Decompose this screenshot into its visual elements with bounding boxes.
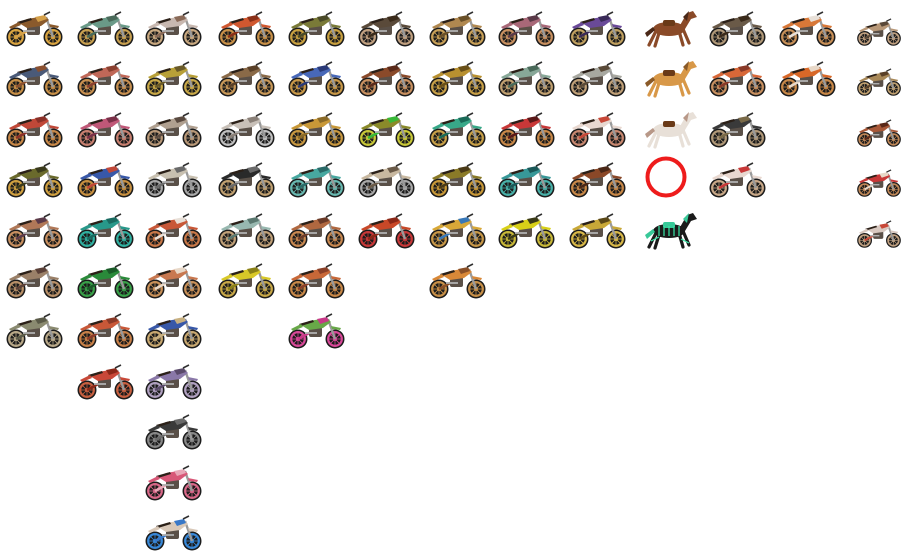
dirt-bike-sprite-icon[interactable] (778, 57, 838, 99)
dirt-bike-sprite-icon[interactable] (5, 209, 65, 251)
dirt-bike-sprite-icon[interactable] (428, 209, 488, 251)
dirt-bike-sprite-icon[interactable] (778, 7, 838, 49)
dirt-bike-sprite-icon[interactable] (144, 461, 204, 503)
dirt-bike-sprite-icon[interactable] (76, 108, 136, 150)
dirt-bike-sprite-icon[interactable] (217, 57, 277, 99)
dirt-bike-sprite-icon[interactable] (287, 158, 347, 200)
dirt-bike-sprite-icon[interactable] (428, 158, 488, 200)
dirt-bike-sprite-icon[interactable] (76, 57, 136, 99)
dirt-bike-sprite-icon[interactable] (144, 108, 204, 150)
dirt-bike-sprite-icon[interactable] (708, 108, 768, 150)
dirt-bike-sprite-icon[interactable] (853, 57, 910, 99)
dirt-bike-sprite-icon[interactable] (708, 158, 768, 200)
dirt-bike-sprite-icon[interactable] (568, 108, 628, 150)
dirt-bike-sprite-icon[interactable] (357, 158, 417, 200)
dirt-bike-sprite-icon[interactable] (76, 259, 136, 301)
dirt-bike-sprite-icon[interactable] (428, 259, 488, 301)
dirt-bike-sprite-icon[interactable] (76, 309, 136, 351)
dirt-bike-sprite-icon[interactable] (217, 7, 277, 49)
dirt-bike-sprite-icon[interactable] (853, 108, 910, 150)
dirt-bike-sprite-icon[interactable] (428, 108, 488, 150)
dirt-bike-sprite-icon[interactable] (287, 7, 347, 49)
dirt-bike-sprite-icon[interactable] (497, 57, 557, 99)
dirt-bike-sprite-icon[interactable] (568, 57, 628, 99)
dirt-bike-sprite-icon[interactable] (287, 57, 347, 99)
horse-sprite-icon[interactable] (643, 108, 703, 150)
dirt-bike-sprite-icon[interactable] (144, 7, 204, 49)
dirt-bike-sprite-icon[interactable] (497, 7, 557, 49)
horse-sprite-icon[interactable] (643, 7, 703, 49)
dirt-bike-sprite-icon[interactable] (144, 259, 204, 301)
dirt-bike-sprite-icon[interactable] (497, 158, 557, 200)
dirt-bike-sprite-icon[interactable] (853, 209, 910, 251)
dirt-bike-sprite-icon[interactable] (76, 360, 136, 402)
horse-sprite-icon[interactable] (643, 57, 703, 99)
selection-ring-icon (644, 155, 688, 199)
dirt-bike-sprite-icon[interactable] (217, 108, 277, 150)
dirt-bike-sprite-icon[interactable] (708, 7, 768, 49)
dirt-bike-sprite-icon[interactable] (497, 108, 557, 150)
dirt-bike-sprite-icon[interactable] (76, 7, 136, 49)
dirt-bike-sprite-icon[interactable] (287, 309, 347, 351)
dirt-bike-sprite-icon[interactable] (287, 209, 347, 251)
dirt-bike-sprite-icon[interactable] (5, 108, 65, 150)
dirt-bike-sprite-icon[interactable] (76, 209, 136, 251)
dirt-bike-sprite-icon[interactable] (357, 108, 417, 150)
dirt-bike-sprite-icon[interactable] (144, 360, 204, 402)
dirt-bike-sprite-icon[interactable] (76, 158, 136, 200)
dirt-bike-sprite-icon[interactable] (144, 57, 204, 99)
dirt-bike-sprite-icon[interactable] (144, 410, 204, 452)
dirt-bike-sprite-icon[interactable] (144, 209, 204, 251)
dirt-bike-sprite-icon[interactable] (853, 7, 910, 49)
dirt-bike-sprite-icon[interactable] (5, 57, 65, 99)
dirt-bike-sprite-icon[interactable] (217, 158, 277, 200)
dirt-bike-sprite-icon[interactable] (497, 209, 557, 251)
vehicle-sprite-grid (0, 0, 910, 553)
dirt-bike-sprite-icon[interactable] (568, 209, 628, 251)
dirt-bike-sprite-icon[interactable] (5, 7, 65, 49)
horse-sprite-icon[interactable] (643, 209, 703, 251)
dirt-bike-sprite-icon[interactable] (144, 511, 204, 553)
dirt-bike-sprite-icon[interactable] (5, 158, 65, 200)
dirt-bike-sprite-icon[interactable] (568, 158, 628, 200)
dirt-bike-sprite-icon[interactable] (357, 209, 417, 251)
dirt-bike-sprite-icon[interactable] (357, 57, 417, 99)
dirt-bike-sprite-icon[interactable] (357, 7, 417, 49)
dirt-bike-sprite-icon[interactable] (144, 158, 204, 200)
dirt-bike-sprite-icon[interactable] (287, 259, 347, 301)
dirt-bike-sprite-icon[interactable] (217, 209, 277, 251)
dirt-bike-sprite-icon[interactable] (708, 57, 768, 99)
dirt-bike-sprite-icon[interactable] (5, 309, 65, 351)
dirt-bike-sprite-icon[interactable] (428, 7, 488, 49)
dirt-bike-sprite-icon[interactable] (568, 7, 628, 49)
dirt-bike-sprite-icon[interactable] (287, 108, 347, 150)
dirt-bike-sprite-icon[interactable] (5, 259, 65, 301)
dirt-bike-sprite-icon[interactable] (853, 158, 910, 200)
dirt-bike-sprite-icon[interactable] (217, 259, 277, 301)
dirt-bike-sprite-icon[interactable] (428, 57, 488, 99)
dirt-bike-sprite-icon[interactable] (144, 309, 204, 351)
